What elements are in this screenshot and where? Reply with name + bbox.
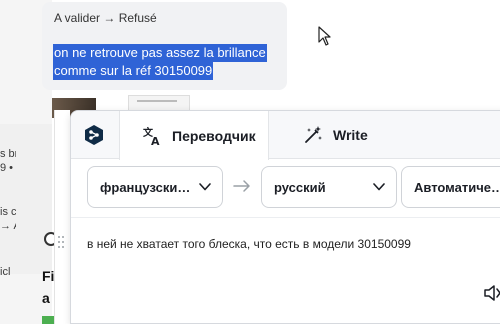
background-text-fragment: → A	[0, 220, 16, 232]
chevron-down-icon	[373, 183, 385, 191]
comment-status: A valider → Refusé	[54, 11, 157, 25]
background-heading-fragment: a	[42, 290, 50, 306]
background-text-fragment: icl	[0, 266, 11, 278]
target-language-value: русский	[274, 179, 326, 195]
svg-text:A: A	[151, 135, 160, 146]
magic-wand-icon	[305, 126, 322, 143]
popup-drag-handle[interactable]	[54, 110, 70, 324]
tab-translator[interactable]: 文 A Переводчик	[119, 111, 269, 160]
formality-select[interactable]: Автоматиче…	[401, 166, 500, 208]
background-text-fragment: 9 •	[0, 162, 14, 174]
selected-comment-text[interactable]: on ne retrouve pas assez la brillance	[53, 44, 267, 62]
formality-value: Автоматиче…	[414, 179, 500, 195]
background-text-fragment: is c	[0, 206, 16, 218]
divider	[71, 217, 500, 218]
mouse-cursor-icon	[318, 26, 331, 46]
translation-output[interactable]: в ней не хватает того блеска, что есть в…	[87, 237, 411, 251]
deepl-logo-icon[interactable]	[83, 124, 105, 146]
deepl-translator-popup: 文 A Переводчик Write французски… русский	[70, 110, 500, 324]
background-text-fragment: s br	[0, 148, 16, 160]
background-heading-fragment: Fi	[42, 268, 55, 284]
chevron-down-icon	[199, 183, 211, 191]
tab-write[interactable]: Write	[303, 111, 413, 159]
arrow-right-icon	[233, 180, 250, 192]
source-language-value: французски…	[100, 179, 191, 195]
speaker-icon[interactable]	[483, 283, 500, 303]
tab-write-label: Write	[333, 127, 368, 143]
source-language-select[interactable]: французски…	[87, 166, 223, 208]
tab-translator-label: Переводчик	[172, 127, 256, 144]
target-language-select[interactable]: русский	[261, 166, 397, 208]
selected-comment-text[interactable]: comme sur la réf 30150099	[53, 62, 214, 80]
background-green-badge	[42, 316, 54, 324]
drag-dots-icon[interactable]	[58, 236, 66, 250]
translate-icon: 文 A	[143, 126, 160, 146]
background-left-card	[0, 124, 52, 274]
popup-tab-bar: 文 A Переводчик Write	[71, 111, 500, 160]
